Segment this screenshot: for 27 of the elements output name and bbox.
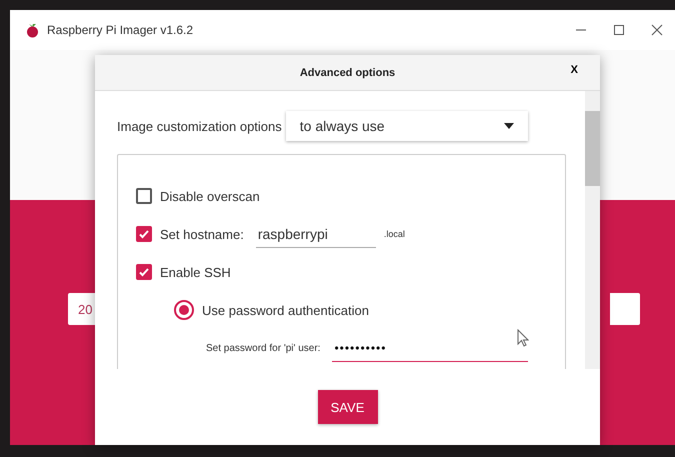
customization-label: Image customization options [117, 118, 282, 134]
checkmark-icon [138, 266, 150, 278]
checkbox-label: Set hostname: [160, 226, 244, 242]
checkbox[interactable] [136, 226, 152, 242]
background-field: 20 [68, 293, 95, 325]
background-field [610, 293, 640, 325]
hostname-field[interactable]: raspberrypi [256, 220, 376, 248]
save-button[interactable]: SAVE [318, 390, 378, 424]
close-button[interactable]: X [570, 64, 578, 76]
radio-button[interactable] [174, 300, 194, 320]
checkmark-icon [138, 228, 150, 240]
raspberry-icon [26, 22, 39, 38]
window-title: Raspberry Pi Imager v1.6.2 [47, 23, 194, 37]
dialog-title: Advanced options [300, 66, 396, 78]
maximize-icon[interactable] [613, 24, 625, 36]
domain-suffix: .local [384, 229, 405, 239]
mouse-cursor-icon [517, 329, 529, 347]
caret-icon [504, 123, 514, 129]
password-label: Set password for 'pi' user: [206, 342, 320, 354]
close-icon[interactable] [651, 24, 663, 36]
checkbox-label: Enable SSH [160, 264, 231, 280]
radio-label: Use password authentication [202, 302, 369, 318]
scrollbar[interactable] [585, 91, 600, 369]
checkbox[interactable] [136, 264, 152, 280]
checkbox[interactable] [136, 188, 152, 204]
checkbox-label: Disable overscan [160, 188, 260, 204]
customization-dropdown[interactable]: to always use [286, 111, 528, 141]
